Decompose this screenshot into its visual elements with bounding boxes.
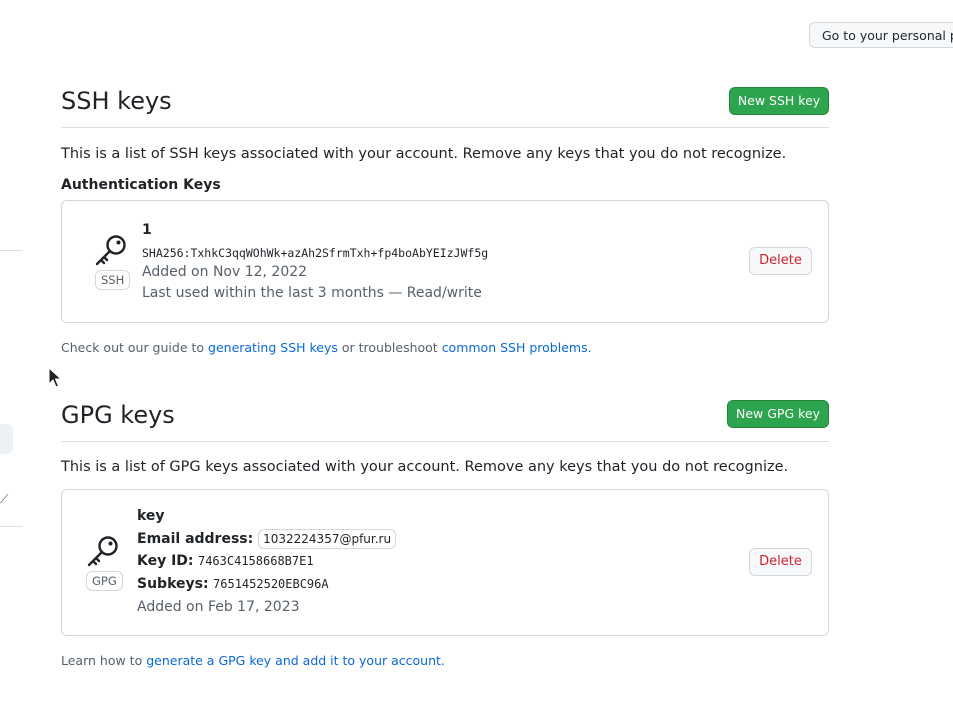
gpg-email-label: Email address:: [137, 531, 254, 547]
gpg-key-id-label: Key ID:: [137, 553, 194, 569]
sidebar-divider: [0, 526, 22, 527]
personal-profile-button[interactable]: Go to your personal profile: [809, 22, 953, 48]
new-gpg-key-button[interactable]: New GPG key: [727, 400, 829, 428]
gpg-section-title: GPG keys: [61, 401, 175, 429]
gpg-help-text: Learn how to generate a GPG key and add …: [61, 653, 445, 668]
generate-gpg-key-link[interactable]: generate a GPG key and add it to your ac…: [146, 653, 441, 668]
ssh-key-fingerprint: SHA256:TxhkC3qqWOhWk+azAh2SfrmTxh+fp4boA…: [142, 246, 489, 260]
generating-ssh-keys-link[interactable]: generating SSH keys: [208, 340, 338, 355]
gpg-key-id-row: Key ID: 7463C4158668B7E1: [137, 553, 314, 569]
ssh-help-text: Check out our guide to generating SSH ke…: [61, 340, 592, 355]
ssh-section-title: SSH keys: [61, 87, 172, 115]
sidebar-active-item[interactable]: [0, 424, 13, 454]
ssh-divider: [61, 127, 829, 128]
ssh-key-name: 1: [142, 222, 152, 238]
gpg-subkeys-label: Subkeys:: [137, 576, 209, 592]
gpg-help-suffix: .: [440, 653, 445, 668]
gpg-description: This is a list of GPG keys associated wi…: [61, 459, 789, 475]
gpg-email-value: 1032224357@pfur.ru: [258, 529, 397, 549]
gpg-key-name: key: [137, 508, 165, 524]
ssh-delete-button[interactable]: Delete: [749, 247, 812, 275]
sidebar-item-icon: ⟋: [0, 492, 9, 506]
gpg-key-card: GPG key Email address: 1032224357@pfur.r…: [61, 489, 829, 636]
gpg-email-row: Email address: 1032224357@pfur.ru: [137, 529, 397, 549]
ssh-help-prefix: Check out our guide to: [61, 340, 209, 355]
authentication-keys-heading: Authentication Keys: [61, 177, 221, 193]
gpg-divider: [61, 441, 829, 442]
mouse-cursor-icon: [48, 367, 62, 388]
ssh-key-added-date: Added on Nov 12, 2022: [142, 264, 308, 280]
ssh-help-middle: or troubleshoot: [337, 340, 442, 355]
gpg-key-id-value: 7463C4158668B7E1: [197, 554, 314, 568]
ssh-badge: SSH: [95, 270, 131, 290]
ssh-description: This is a list of SSH keys associated wi…: [61, 146, 787, 162]
new-ssh-key-button[interactable]: New SSH key: [729, 87, 829, 115]
sidebar-divider: [0, 250, 22, 251]
key-icon: [95, 235, 126, 266]
common-ssh-problems-link[interactable]: common SSH problems: [442, 340, 588, 355]
gpg-badge: GPG: [86, 571, 123, 591]
gpg-key-added-date: Added on Feb 17, 2023: [137, 599, 300, 615]
ssh-help-suffix: .: [587, 340, 592, 355]
ssh-key-last-used: Last used within the last 3 months — Rea…: [142, 285, 482, 301]
ssh-key-card: SSH 1 SHA256:TxhkC3qqWOhWk+azAh2SfrmTxh+…: [61, 200, 829, 323]
gpg-help-prefix: Learn how to: [61, 653, 147, 668]
gpg-subkeys-row: Subkeys: 7651452520EBC96A: [137, 576, 329, 592]
key-icon: [87, 536, 118, 567]
gpg-subkeys-value: 7651452520EBC96A: [213, 577, 329, 591]
gpg-delete-button[interactable]: Delete: [749, 548, 812, 576]
